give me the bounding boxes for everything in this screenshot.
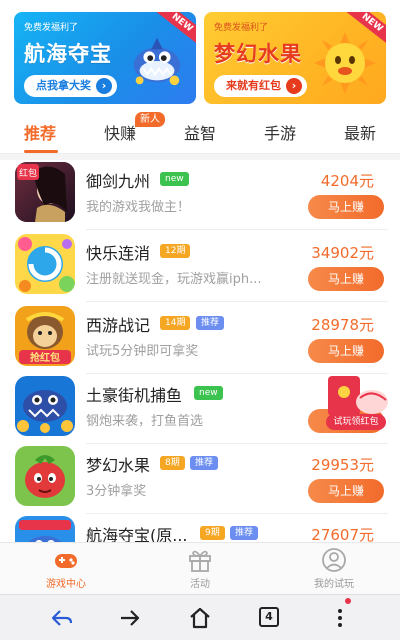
profile-icon <box>322 548 346 572</box>
game-icon-mengjuan <box>15 446 75 506</box>
tag-new: new <box>160 172 189 186</box>
tab-latest[interactable]: 最新 <box>344 120 376 144</box>
banner-kicker: 免费发福利了 <box>24 23 79 33</box>
tag-new: new <box>194 386 223 400</box>
game-desc: 我的游戏我做主！ <box>86 200 191 215</box>
earn-now-button[interactable]: 马上赚 <box>308 479 384 503</box>
game-desc: 钢炮来袭，打鱼首选 <box>86 414 204 429</box>
reward-amount: 34902元 <box>311 244 374 262</box>
row-divider <box>86 229 388 230</box>
nav-activity[interactable]: 活动 <box>160 547 240 593</box>
gift-icon <box>189 550 211 572</box>
trial-red-packet-label[interactable]: 试玩领红包 <box>326 414 386 430</box>
notification-dot <box>345 598 351 604</box>
banner-cta-button[interactable]: 来就有红包 › <box>214 75 307 97</box>
game-row[interactable]: 抢红包 西游战记 14期 推荐 试玩5分钟即可拿奖 28978元 马上赚 <box>0 304 400 374</box>
gamepad-icon <box>55 554 77 568</box>
shark-cartoon-icon <box>133 37 181 86</box>
icon-badge-text: 红包 <box>19 167 37 179</box>
tab-active-indicator <box>24 150 58 153</box>
game-row[interactable]: 红包 御剑九州 new 我的游戏我做主！ 4204元 马上赚 <box>0 160 400 230</box>
forward-icon[interactable] <box>118 606 142 630</box>
chevron-right-icon: › <box>286 78 302 94</box>
banner-cta-label: 点我拿大奖 <box>36 79 91 92</box>
tab-recommend[interactable]: 推荐 <box>24 120 56 144</box>
new-user-badge: 新人 <box>135 112 165 127</box>
icon-badge-text: 抢红包 <box>30 351 60 364</box>
banner-hanghai[interactable]: 免费发福利了 航海夺宝 点我拿大奖 › NEW <box>14 12 196 104</box>
banner-mengjuan[interactable]: 免费发福利了 梦幻水果 来就有红包 › NEW <box>204 12 386 104</box>
game-icon-yujian: 红包 <box>15 162 75 222</box>
bottom-nav: 游戏中心 活动 我的试玩 <box>0 542 400 594</box>
game-desc: 3分钟拿奖 <box>86 484 147 499</box>
game-row[interactable]: 航海夺宝(原... 9期 推荐 27607元 <box>0 514 400 542</box>
banner-cta-button[interactable]: 点我拿大奖 › <box>24 75 117 97</box>
reward-amount: 4204元 <box>320 172 374 190</box>
banner-cta-label: 来就有红包 <box>226 79 281 92</box>
game-name: 土豪街机捕鱼 <box>86 386 183 405</box>
game-name: 梦幻水果 <box>86 456 151 475</box>
game-icon-tuhao <box>15 376 75 436</box>
tag-period: 8期 <box>160 456 185 470</box>
nav-label: 我的试玩 <box>314 579 354 590</box>
game-icon-xiyou: 抢红包 <box>15 306 75 366</box>
more-menu-icon[interactable] <box>328 606 352 630</box>
game-name: 航海夺宝(原... <box>86 526 188 542</box>
earn-now-button[interactable]: 马上赚 <box>308 339 384 363</box>
game-desc: 注册就送现金，玩游戏赢iph... <box>86 272 262 287</box>
tag-recommend: 推荐 <box>230 526 259 540</box>
reward-amount: 27607元 <box>311 526 374 542</box>
back-icon[interactable] <box>50 606 74 630</box>
game-name: 西游战记 <box>86 316 151 335</box>
game-row[interactable]: 快乐连消 12期 注册就送现金，玩游戏赢iph... 34902元 马上赚 <box>0 232 400 302</box>
game-row[interactable]: 梦幻水果 8期 推荐 3分钟拿奖 29953元 马上赚 <box>0 444 400 514</box>
banner-title: 航海夺宝 <box>24 42 112 66</box>
sun-cartoon-icon <box>314 32 376 94</box>
nav-label: 游戏中心 <box>46 579 86 590</box>
home-icon[interactable] <box>188 606 212 630</box>
tab-switcher-button[interactable]: 4 <box>259 607 279 627</box>
nav-label: 活动 <box>190 579 210 590</box>
chevron-right-icon: › <box>96 78 112 94</box>
tab-mobile-games[interactable]: 手游 <box>264 120 296 144</box>
earn-now-button[interactable]: 马上赚 <box>308 195 384 219</box>
banner-row: 免费发福利了 航海夺宝 点我拿大奖 › NEW 免费发福利了 梦幻水果 来就有红包… <box>0 0 400 108</box>
game-list: 红包 御剑九州 new 我的游戏我做主！ 4204元 马上赚 快乐连消 12期 … <box>0 160 400 542</box>
reward-amount: 28978元 <box>311 316 374 334</box>
tag-period: 14期 <box>160 316 191 330</box>
tab-puzzle[interactable]: 益智 <box>184 120 216 144</box>
tab-quick-earn[interactable]: 快赚 <box>104 120 136 144</box>
reward-amount: 29953元 <box>311 456 374 474</box>
game-icon-hanghai <box>15 516 75 542</box>
tag-recommend: 推荐 <box>190 456 219 470</box>
game-name: 快乐连消 <box>86 244 151 263</box>
earn-now-button[interactable]: 马上赚 <box>308 267 384 291</box>
tag-period: 9期 <box>200 526 225 540</box>
category-tabs: 推荐 快赚 新人 益智 手游 最新 <box>0 108 400 154</box>
game-name: 御剑九州 <box>86 172 151 191</box>
app-root: 免费发福利了 航海夺宝 点我拿大奖 › NEW 免费发福利了 梦幻水果 来就有红包… <box>0 0 400 640</box>
game-icon-kuaile <box>15 234 75 294</box>
nav-game-center[interactable]: 游戏中心 <box>26 547 106 593</box>
tag-recommend: 推荐 <box>196 316 225 330</box>
tag-period: 12期 <box>160 244 191 258</box>
banner-title: 梦幻水果 <box>214 42 302 66</box>
row-divider <box>86 301 388 302</box>
banner-kicker: 免费发福利了 <box>214 23 269 33</box>
nav-my-trials[interactable]: 我的试玩 <box>294 547 374 593</box>
browser-toolbar: 4 <box>0 594 400 640</box>
game-desc: 试玩5分钟即可拿奖 <box>86 344 199 359</box>
